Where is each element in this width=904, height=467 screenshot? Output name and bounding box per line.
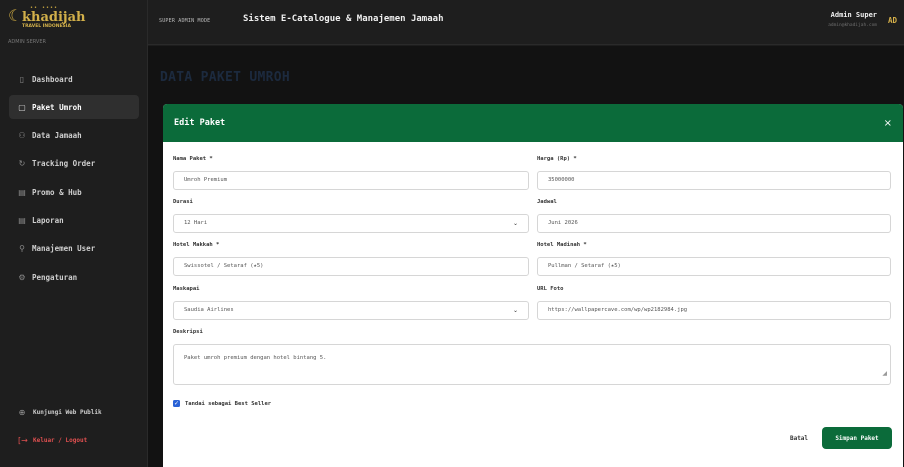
- nama-paket-label: Nama Paket *: [173, 156, 213, 162]
- brand-text: •• •••• khadijah TRAVEL INDONESIA: [22, 6, 86, 30]
- crescent-logo-icon: ☾: [8, 6, 23, 25]
- sidebar-item-label: Tracking Order: [32, 159, 96, 169]
- user-email: admin@khadijah.com: [828, 23, 877, 28]
- hotel-makkah-value: Swissotel / Setaraf (★5): [184, 263, 264, 269]
- sidebar-item-label: Pengaturan: [32, 272, 78, 282]
- hotel-madinah-value: Pullman / Setaraf (★5): [548, 263, 621, 269]
- harga-value: 35000000: [548, 177, 575, 183]
- deskripsi-label: Deskripsi: [173, 329, 203, 335]
- edit-package-modal: Edit Paket × Nama Paket * Umroh Premium …: [163, 104, 903, 467]
- durasi-value: 12 Hari: [184, 220, 208, 226]
- nama-paket-value: Umroh Premium: [184, 177, 228, 183]
- page-title: DATA PAKET UMROH: [160, 70, 291, 85]
- jadwal-value: Juni 2026: [548, 220, 578, 226]
- gear-icon: ⚙: [18, 272, 26, 282]
- harga-label: Harga (Rp) *: [537, 156, 577, 162]
- server-label: ADMIN SERVER: [8, 39, 46, 45]
- url-foto-field-group: URL Foto https://wallpapercave.com/wp/wp…: [537, 284, 891, 320]
- resize-handle-icon[interactable]: ◢: [882, 365, 887, 382]
- logout-label: Keluar / Logout: [33, 436, 88, 444]
- sidebar-item-dashboard[interactable]: ▯ Dashboard: [9, 67, 139, 91]
- visit-public-site-link[interactable]: ⊕ Kunjungi Web Publik: [0, 400, 148, 424]
- hotel-madinah-field-group: Hotel Madinah * Pullman / Setaraf (★5): [537, 240, 891, 276]
- hotel-madinah-input[interactable]: Pullman / Setaraf (★5): [537, 257, 891, 276]
- url-foto-input[interactable]: https://wallpapercave.com/wp/wp2182984.j…: [537, 301, 891, 320]
- nama-paket-input[interactable]: Umroh Premium: [173, 171, 529, 190]
- sidebar-nav: ▯ Dashboard ▢ Paket Umroh ⚇ Data Jamaah …: [0, 67, 148, 293]
- globe-icon: ⊕: [18, 407, 26, 417]
- harga-input[interactable]: 35000000: [537, 171, 891, 190]
- topbar: SUPER ADMIN MODE Sistem E-Catalogue & Ma…: [148, 0, 904, 45]
- hotel-madinah-label: Hotel Madinah *: [537, 242, 587, 248]
- durasi-field-group: Durasi 12 Hari ⌄: [173, 197, 529, 233]
- visit-site-label: Kunjungi Web Publik: [33, 408, 102, 416]
- close-icon[interactable]: ×: [884, 118, 892, 129]
- sidebar-item-label: Paket Umroh: [32, 102, 82, 112]
- sidebar-item-manajemen-user[interactable]: ⚲ Manajemen User: [9, 237, 139, 261]
- best-seller-label: Tandai sebagai Best Seller: [185, 400, 272, 407]
- logout-icon: [→: [18, 435, 28, 445]
- sidebar-item-pengaturan[interactable]: ⚙ Pengaturan: [9, 265, 139, 289]
- checkbox-checked-icon[interactable]: ✓: [173, 400, 180, 407]
- sidebar-item-tracking-order[interactable]: ↻ Tracking Order: [9, 152, 139, 176]
- durasi-select[interactable]: 12 Hari ⌄: [173, 214, 529, 233]
- app-title: Sistem E-Catalogue & Manajemen Jamaah: [243, 14, 444, 24]
- user-admin-icon: ⚲: [19, 244, 25, 254]
- dashboard-icon: ▯: [19, 74, 25, 84]
- sidebar-footer: ⊕ Kunjungi Web Publik [→ Keluar / Logout: [0, 400, 148, 456]
- best-seller-checkbox-row[interactable]: ✓ Tandai sebagai Best Seller: [173, 400, 271, 407]
- document-icon: ▤: [18, 187, 26, 197]
- sidebar-item-label: Manajemen User: [32, 244, 96, 254]
- brand-name: khadijah: [22, 10, 86, 25]
- jadwal-input[interactable]: Juni 2026: [537, 214, 891, 233]
- maskapai-select[interactable]: Saudia Airlines ⌄: [173, 301, 529, 320]
- package-icon: ▢: [18, 102, 26, 112]
- sidebar: ☾ •• •••• khadijah TRAVEL INDONESIA ADMI…: [0, 0, 148, 467]
- user-name: Admin Super: [830, 11, 877, 19]
- durasi-label: Durasi: [173, 199, 193, 205]
- url-foto-label: URL Foto: [537, 286, 564, 292]
- deskripsi-textarea[interactable]: Paket umroh premium dengan hotel bintang…: [173, 344, 891, 385]
- admin-mode-badge: SUPER ADMIN MODE: [159, 18, 211, 24]
- hotel-makkah-input[interactable]: Swissotel / Setaraf (★5): [173, 257, 529, 276]
- deskripsi-field-group: Deskripsi Paket umroh premium dengan hot…: [173, 327, 891, 385]
- brand-subtitle: TRAVEL INDONESIA: [22, 24, 71, 29]
- report-icon: ▤: [18, 215, 26, 225]
- sidebar-item-promo-hub[interactable]: ▤ Promo & Hub: [9, 180, 139, 204]
- avatar[interactable]: AD: [888, 16, 897, 25]
- save-package-button[interactable]: Simpan Paket: [822, 427, 892, 449]
- modal-title: Edit Paket: [174, 118, 226, 128]
- sidebar-item-label: Dashboard: [32, 74, 73, 84]
- maskapai-value: Saudia Airlines: [184, 307, 234, 313]
- harga-field-group: Harga (Rp) * 35000000: [537, 154, 891, 190]
- sidebar-item-label: Promo & Hub: [32, 187, 82, 197]
- brand-logo[interactable]: ☾ •• •••• khadijah TRAVEL INDONESIA: [8, 6, 86, 30]
- sidebar-item-laporan[interactable]: ▤ Laporan: [9, 208, 139, 232]
- jadwal-field-group: Jadwal Juni 2026: [537, 197, 891, 233]
- maskapai-field-group: Maskapai Saudia Airlines ⌄: [173, 284, 529, 320]
- hotel-makkah-field-group: Hotel Makkah * Swissotel / Setaraf (★5): [173, 240, 529, 276]
- modal-header: Edit Paket ×: [163, 104, 903, 142]
- deskripsi-value: Paket umroh premium dengan hotel bintang…: [184, 355, 327, 361]
- cancel-button[interactable]: Batal: [782, 427, 816, 449]
- sidebar-item-label: Laporan: [32, 215, 64, 225]
- sidebar-item-label: Data Jamaah: [32, 131, 82, 141]
- url-foto-value: https://wallpapercave.com/wp/wp2182984.j…: [548, 307, 688, 313]
- chevron-down-icon: ⌄: [512, 307, 518, 314]
- maskapai-label: Maskapai: [173, 286, 200, 292]
- sidebar-item-paket-umroh[interactable]: ▢ Paket Umroh: [9, 95, 139, 120]
- refresh-icon: ↻: [18, 159, 26, 169]
- chevron-down-icon: ⌄: [512, 220, 518, 227]
- sidebar-item-data-jamaah[interactable]: ⚇ Data Jamaah: [9, 124, 139, 148]
- hotel-makkah-label: Hotel Makkah *: [173, 242, 220, 248]
- nama-paket-field-group: Nama Paket * Umroh Premium: [173, 154, 529, 190]
- jadwal-label: Jadwal: [537, 199, 557, 205]
- logout-link[interactable]: [→ Keluar / Logout: [0, 428, 148, 452]
- users-icon: ⚇: [18, 131, 26, 141]
